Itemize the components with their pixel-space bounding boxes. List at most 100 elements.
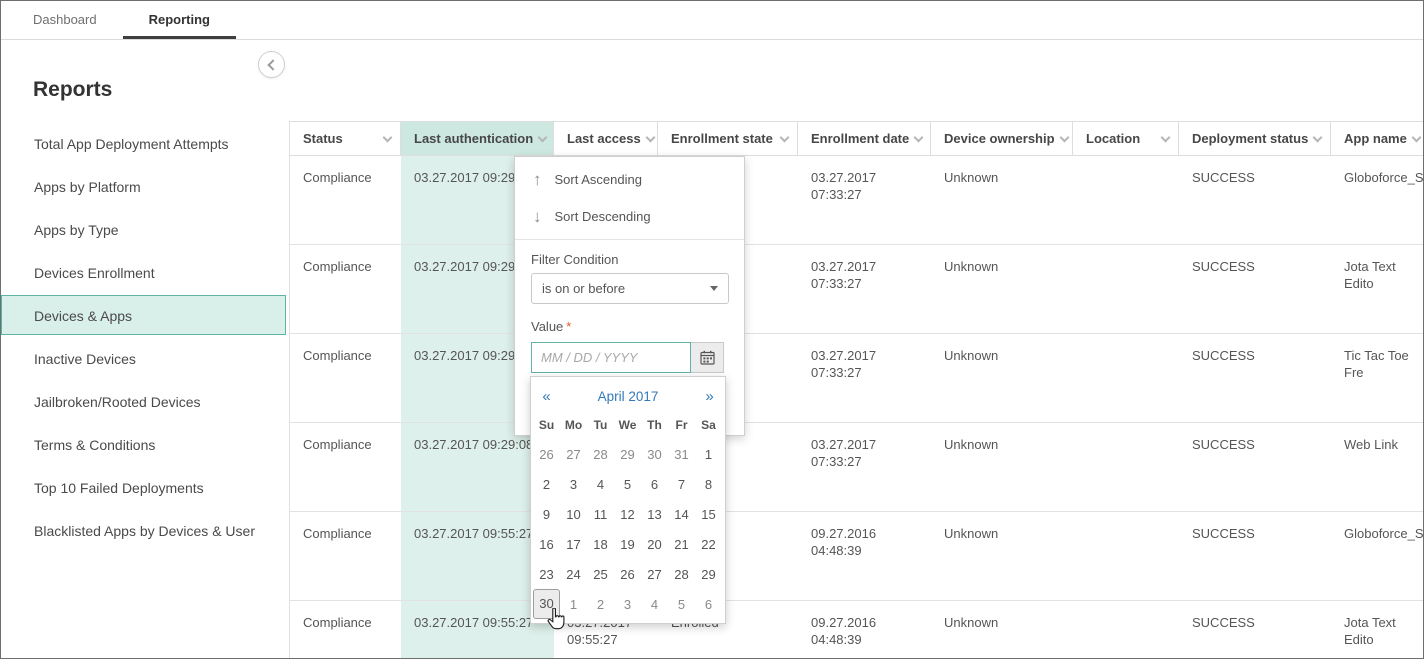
table-row[interactable]: Compliance 03.27.2017 09:29:08 03.27.201… bbox=[290, 156, 1424, 245]
calendar-day[interactable]: 4 bbox=[587, 469, 614, 499]
calendar-day[interactable]: 25 bbox=[587, 559, 614, 589]
chevron-down-icon[interactable] bbox=[1059, 132, 1069, 142]
table-row[interactable]: Compliance 03.27.2017 09:29:08 03.27.201… bbox=[290, 334, 1424, 423]
calendar-day[interactable]: 17 bbox=[560, 529, 587, 559]
calendar-day[interactable]: 2 bbox=[533, 469, 560, 499]
column-header-deployment-status[interactable]: Deployment status bbox=[1179, 122, 1331, 155]
calendar-day[interactable]: 22 bbox=[695, 529, 722, 559]
date-value-row bbox=[531, 342, 728, 373]
calendar-day[interactable]: 20 bbox=[641, 529, 668, 559]
calendar-day[interactable]: 3 bbox=[614, 589, 641, 619]
calendar-day[interactable]: 28 bbox=[668, 559, 695, 589]
chevron-down-icon[interactable] bbox=[1411, 132, 1421, 142]
column-header-status[interactable]: Status bbox=[290, 122, 401, 155]
calendar-day[interactable]: 4 bbox=[641, 589, 668, 619]
sidebar-item-total-app-deployment-attempts[interactable]: Total App Deployment Attempts bbox=[1, 123, 286, 163]
cell-enrollment-date: 09.27.2016 04:48:39 bbox=[798, 512, 931, 600]
chevron-down-icon[interactable] bbox=[914, 132, 924, 142]
calendar-day[interactable]: 12 bbox=[614, 499, 641, 529]
filter-condition-select[interactable]: is on or before bbox=[531, 273, 729, 304]
sidebar-item-inactive-devices[interactable]: Inactive Devices bbox=[1, 338, 286, 378]
table-row[interactable]: Compliance 03.27.2017 09:29:08 03.27.201… bbox=[290, 245, 1424, 334]
column-header-app-name[interactable]: App name bbox=[1331, 122, 1424, 155]
sidebar-item-top-10-failed-deployments[interactable]: Top 10 Failed Deployments bbox=[1, 467, 286, 507]
sort-descending-item[interactable]: ↓ Sort Descending bbox=[515, 198, 744, 235]
app-window: Dashboard Reporting Reports Total App De… bbox=[0, 0, 1424, 659]
calendar-day[interactable]: 5 bbox=[614, 469, 641, 499]
month-year-label[interactable]: April 2017 bbox=[560, 389, 696, 404]
calendar-day[interactable]: 31 bbox=[668, 439, 695, 469]
column-header-enrollment-state[interactable]: Enrollment state bbox=[658, 122, 798, 155]
sort-ascending-item[interactable]: ↑ Sort Ascending bbox=[515, 161, 744, 198]
chevron-down-icon[interactable] bbox=[645, 132, 655, 142]
calendar-day[interactable]: 28 bbox=[587, 439, 614, 469]
tab-reporting[interactable]: Reporting bbox=[123, 1, 236, 39]
calendar-day[interactable]: 15 bbox=[695, 499, 722, 529]
sidebar-item-apps-by-platform[interactable]: Apps by Platform bbox=[1, 166, 286, 206]
calendar-day[interactable]: 27 bbox=[641, 559, 668, 589]
calendar-day[interactable]: 11 bbox=[587, 499, 614, 529]
date-value-input[interactable] bbox=[531, 342, 691, 373]
calendar-day[interactable]: 24 bbox=[560, 559, 587, 589]
calendar-day[interactable]: 6 bbox=[695, 589, 722, 619]
sidebar-item-jailbroken-rooted-devices[interactable]: Jailbroken/Rooted Devices bbox=[1, 381, 286, 421]
calendar-day[interactable]: 10 bbox=[560, 499, 587, 529]
column-header-device-ownership[interactable]: Device ownership bbox=[931, 122, 1073, 155]
column-header-enrollment-date[interactable]: Enrollment date bbox=[798, 122, 931, 155]
calendar-day[interactable]: 2 bbox=[587, 589, 614, 619]
calendar-day[interactable]: 26 bbox=[533, 439, 560, 469]
calendar-day[interactable]: 19 bbox=[614, 529, 641, 559]
calendar-day[interactable]: 29 bbox=[614, 439, 641, 469]
cell-deployment-status: SUCCESS bbox=[1179, 245, 1331, 333]
calendar-week: 26 27 28 29 30 31 1 bbox=[533, 439, 723, 469]
cell-enrollment-date: 03.27.2017 07:33:27 bbox=[798, 334, 931, 422]
calendar-day[interactable]: 23 bbox=[533, 559, 560, 589]
chevron-down-icon[interactable] bbox=[1313, 132, 1323, 142]
calendar-day[interactable]: 5 bbox=[668, 589, 695, 619]
cell-location bbox=[1073, 156, 1179, 244]
cell-status: Compliance bbox=[290, 156, 401, 244]
chevron-down-icon[interactable] bbox=[383, 132, 393, 142]
sidebar-item-blacklisted-apps[interactable]: Blacklisted Apps by Devices & User bbox=[1, 510, 286, 550]
prev-month-button[interactable]: « bbox=[533, 388, 560, 405]
table-row[interactable]: Compliance 03.27.2017 09:55:27 09.27.201… bbox=[290, 512, 1424, 601]
column-header-last-access[interactable]: Last access bbox=[554, 122, 658, 155]
calendar-day[interactable]: 7 bbox=[668, 469, 695, 499]
table-row[interactable]: Compliance 03.27.2017 09:55:27 03.27.201… bbox=[290, 601, 1424, 659]
calendar-day[interactable]: 30 bbox=[641, 439, 668, 469]
cell-location bbox=[1073, 512, 1179, 600]
calendar-day[interactable]: 14 bbox=[668, 499, 695, 529]
column-header-last-authentication[interactable]: Last authentication bbox=[401, 122, 554, 155]
calendar-day[interactable]: 18 bbox=[587, 529, 614, 559]
calendar-day[interactable]: 8 bbox=[695, 469, 722, 499]
arrow-up-icon: ↑ bbox=[533, 173, 542, 186]
sidebar-item-devices-enrollment[interactable]: Devices Enrollment bbox=[1, 252, 286, 292]
sidebar-item-apps-by-type[interactable]: Apps by Type bbox=[1, 209, 286, 249]
arrow-down-icon: ↓ bbox=[533, 210, 542, 223]
calendar-day[interactable]: 26 bbox=[614, 559, 641, 589]
calendar-day[interactable]: 3 bbox=[560, 469, 587, 499]
calendar-day[interactable]: 27 bbox=[560, 439, 587, 469]
column-header-location[interactable]: Location bbox=[1073, 122, 1179, 155]
sidebar-item-terms-and-conditions[interactable]: Terms & Conditions bbox=[1, 424, 286, 464]
calendar-day[interactable]: 13 bbox=[641, 499, 668, 529]
menu-divider bbox=[515, 239, 744, 240]
next-month-button[interactable]: » bbox=[696, 388, 723, 405]
tab-dashboard[interactable]: Dashboard bbox=[7, 1, 123, 39]
calendar-day[interactable]: 21 bbox=[668, 529, 695, 559]
calendar-day[interactable]: 1 bbox=[560, 589, 587, 619]
calendar-toggle-button[interactable] bbox=[691, 342, 724, 373]
chevron-down-icon[interactable] bbox=[538, 132, 548, 142]
calendar-day[interactable]: 29 bbox=[695, 559, 722, 589]
calendar-day[interactable]: 6 bbox=[641, 469, 668, 499]
cell-location bbox=[1073, 423, 1179, 511]
collapse-sidebar-button[interactable] bbox=[258, 51, 285, 78]
table-row[interactable]: Compliance 03.27.2017 09:29:08 03.27.201… bbox=[290, 423, 1424, 512]
calendar-day[interactable]: 1 bbox=[695, 439, 722, 469]
calendar-day-hovered[interactable]: 30 bbox=[533, 589, 560, 619]
chevron-down-icon[interactable] bbox=[1161, 132, 1171, 142]
chevron-down-icon[interactable] bbox=[780, 132, 790, 142]
sidebar-item-devices-and-apps[interactable]: Devices & Apps bbox=[1, 295, 286, 335]
calendar-day[interactable]: 9 bbox=[533, 499, 560, 529]
calendar-day[interactable]: 16 bbox=[533, 529, 560, 559]
